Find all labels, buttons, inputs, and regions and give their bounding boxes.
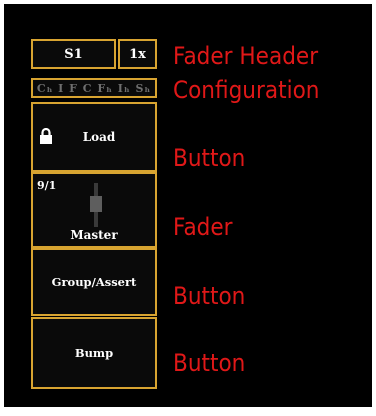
legend-button-2: Button [173, 282, 246, 310]
fader-config-indicators: Cₕ I F C Fₕ Iₕ Sₕ [36, 81, 152, 95]
master-fader[interactable]: 9/1 Master [31, 172, 157, 248]
fader-slider-icon[interactable] [88, 183, 104, 227]
load-button-label: Load [82, 130, 116, 144]
group-assert-button[interactable]: Group/Assert [31, 248, 157, 316]
bump-button-label: Bump [74, 346, 114, 360]
screenshot-stage: S1 1x Cₕ I F C Fₕ Iₕ Sₕ Load 9/1 Master … [0, 0, 376, 416]
legend-fader-header-line1: Fader Header [173, 42, 319, 70]
fader-header-config-row[interactable]: Cₕ I F C Fₕ Iₕ Sₕ [31, 78, 157, 98]
bump-button[interactable]: Bump [31, 317, 157, 389]
legend-fader: Fader [173, 213, 233, 241]
group-assert-button-label: Group/Assert [51, 275, 137, 289]
load-button[interactable]: Load [31, 102, 157, 172]
legend-fader-header-line2: Configuration [173, 76, 320, 104]
fader-name-label: Master [70, 228, 118, 242]
fader-number-label: 9/1 [37, 179, 57, 192]
fader-panel: S1 1x Cₕ I F C Fₕ Iₕ Sₕ Load 9/1 Master … [4, 4, 372, 407]
fader-header-page-label: S1 [64, 46, 83, 62]
fader-header-rate-label: 1x [129, 46, 146, 62]
fader-header-page[interactable]: S1 [31, 39, 116, 69]
fader-header-rate[interactable]: 1x [118, 39, 157, 69]
legend-button-3: Button [173, 349, 246, 377]
legend-button-1: Button [173, 144, 246, 172]
